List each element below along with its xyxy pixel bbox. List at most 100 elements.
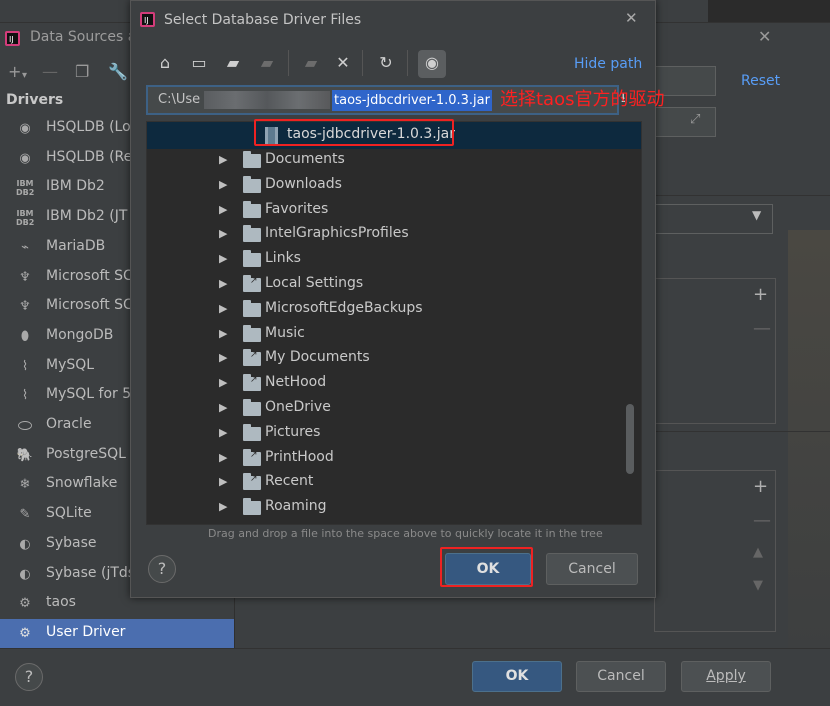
remove-icon[interactable]: — <box>42 62 58 81</box>
move-up-icon[interactable]: ▲ <box>753 545 763 560</box>
file-tree[interactable]: taos-jdbcdriver-1.0.3.jar ▶ Documents ▶ Dow… <box>146 121 642 525</box>
home-icon[interactable]: ⌂ <box>154 53 176 72</box>
driver-label: HSQLDB (Re <box>46 148 133 165</box>
folder-icon <box>243 200 261 218</box>
expand-arrow-icon[interactable]: ▶ <box>219 203 227 216</box>
refresh-icon[interactable]: ↻ <box>375 53 397 72</box>
comment-field[interactable] <box>655 107 716 137</box>
window-title: Data Sources a <box>30 29 137 45</box>
module-folder-icon[interactable]: ▰ <box>256 53 278 72</box>
tree-label: OneDrive <box>265 399 331 415</box>
tree-scrollbar[interactable] <box>626 404 634 474</box>
tree-label: IntelGraphicsProfiles <box>265 225 409 242</box>
project-folder-icon[interactable]: ▰ <box>222 53 244 72</box>
expand-arrow-icon[interactable]: ▶ <box>219 376 227 389</box>
background-strip <box>788 230 830 650</box>
tree-row[interactable]: ▶ Documents <box>147 149 627 173</box>
mysql-icon: ⌇ <box>21 358 29 374</box>
expand-arrow-icon[interactable]: ▶ <box>219 153 227 166</box>
dropdown-chevron-icon[interactable]: ▾ <box>22 70 27 81</box>
expand-arrow-icon[interactable]: ▶ <box>219 351 227 364</box>
snowflake-icon: ❄ <box>19 477 31 493</box>
wrench-icon[interactable]: 🔧 <box>108 62 128 81</box>
driver-label: PostgreSQL <box>46 445 126 462</box>
tree-row[interactable]: ▶ Favorites <box>147 199 627 223</box>
help-icon[interactable]: ? <box>15 663 43 691</box>
window-close-icon[interactable]: ✕ <box>758 27 771 46</box>
add-file-icon[interactable]: + <box>753 284 768 305</box>
dialog-cancel-button[interactable]: Cancel <box>546 553 638 585</box>
folder-icon <box>243 299 261 317</box>
expand-icon[interactable]: ⤢ <box>690 112 700 127</box>
expand-arrow-icon[interactable]: ▶ <box>219 475 227 488</box>
expand-arrow-icon[interactable]: ▶ <box>219 252 227 265</box>
remove-template-icon[interactable]: — <box>753 510 771 531</box>
divider <box>655 431 830 432</box>
tree-label: Recent <box>265 473 314 490</box>
tree-label: Documents <box>265 151 345 167</box>
tree-row[interactable]: ▶ OneDrive <box>147 397 627 421</box>
driver-label: User Driver <box>46 623 126 640</box>
expand-arrow-icon[interactable]: ▶ <box>219 277 227 290</box>
expand-arrow-icon[interactable]: ▶ <box>219 178 227 191</box>
tree-row[interactable]: ▶ Links <box>147 248 627 272</box>
tree-row[interactable]: ▶ Downloads <box>147 174 627 198</box>
sqlite-icon: ✎ <box>19 507 31 523</box>
tree-row[interactable]: ▶ NetHood <box>147 372 627 396</box>
delete-icon[interactable]: ✕ <box>332 53 354 72</box>
path-selection: taos-jdbcdriver-1.0.3.jar <box>332 90 492 111</box>
expand-arrow-icon[interactable]: ▶ <box>219 302 227 315</box>
driver-label: Microsoft SC <box>46 297 133 314</box>
apply-button[interactable]: Apply <box>681 661 771 692</box>
desktop-icon[interactable]: ▭ <box>188 53 210 72</box>
tree-row[interactable]: ▶ MicrosoftEdgeBackups <box>147 298 627 322</box>
folder-icon <box>243 498 261 516</box>
hide-path-link[interactable]: Hide path <box>574 56 642 72</box>
drag-drop-hint: Drag and drop a file into the space abov… <box>208 527 603 540</box>
remove-file-icon[interactable]: — <box>753 318 771 339</box>
toolbar-separator <box>288 50 289 76</box>
driver-label: HSQLDB (Loc <box>46 119 139 135</box>
mysql-icon: ⌇ <box>21 388 29 404</box>
tree-row[interactable]: ▶ Recent <box>147 471 627 495</box>
dialog-title: Select Database Driver Files <box>164 12 362 28</box>
add-icon[interactable]: + <box>8 62 21 81</box>
chevron-down-icon: ▼ <box>752 208 762 222</box>
add-template-icon[interactable]: + <box>753 476 768 497</box>
driver-label: IBM Db2 (JT <box>46 208 128 225</box>
close-icon[interactable]: ✕ <box>625 9 638 27</box>
expand-arrow-icon[interactable]: ▶ <box>219 401 227 414</box>
duplicate-icon[interactable]: ❐ <box>75 62 89 81</box>
expand-arrow-icon[interactable]: ▶ <box>219 227 227 240</box>
help-icon[interactable]: ? <box>148 555 176 583</box>
folder-icon <box>243 151 261 168</box>
tree-row[interactable]: ▶ Pictures <box>147 422 627 446</box>
tree-row[interactable]: ▶ My Documents <box>147 347 627 371</box>
new-folder-icon[interactable]: ▰ <box>300 53 322 72</box>
ok-button[interactable]: OK <box>472 661 562 692</box>
toolbar-separator <box>407 50 408 76</box>
tree-label: Favorites <box>265 200 329 217</box>
tree-row[interactable]: ▶ PrintHood <box>147 447 627 471</box>
cancel-button[interactable]: Cancel <box>576 661 666 692</box>
driver-label: Oracle <box>46 416 92 432</box>
tree-row[interactable]: ▶ Music <box>147 323 627 347</box>
tree-row[interactable]: ▶ Local Settings <box>147 273 627 297</box>
expand-arrow-icon[interactable]: ▶ <box>219 426 227 439</box>
reset-link[interactable]: Reset <box>741 73 780 89</box>
folder-link-icon <box>243 473 261 491</box>
expand-arrow-icon[interactable]: ▶ <box>219 451 227 464</box>
tree-row[interactable]: ▶ IntelGraphicsProfiles <box>147 223 627 247</box>
move-down-icon[interactable]: ▼ <box>753 578 763 593</box>
folder-link-icon <box>243 275 261 292</box>
expand-arrow-icon[interactable]: ▶ <box>219 500 227 513</box>
tree-label: MicrosoftEdgeBackups <box>265 299 423 316</box>
hsqldb-icon: ◉ <box>19 150 31 166</box>
screen: IJ Data Sources a ✕ + ▾ — ❐ 🔧 Drivers ◉ H… <box>0 0 830 706</box>
tree-row[interactable]: ▶ Roaming <box>147 496 627 520</box>
expand-arrow-icon[interactable]: ▶ <box>219 327 227 340</box>
folder-icon <box>243 175 261 193</box>
mariadb-icon: ⌁ <box>21 239 29 255</box>
folder-icon <box>243 399 261 416</box>
driver-item-selected[interactable]: ⚙ User Driver <box>0 618 234 648</box>
